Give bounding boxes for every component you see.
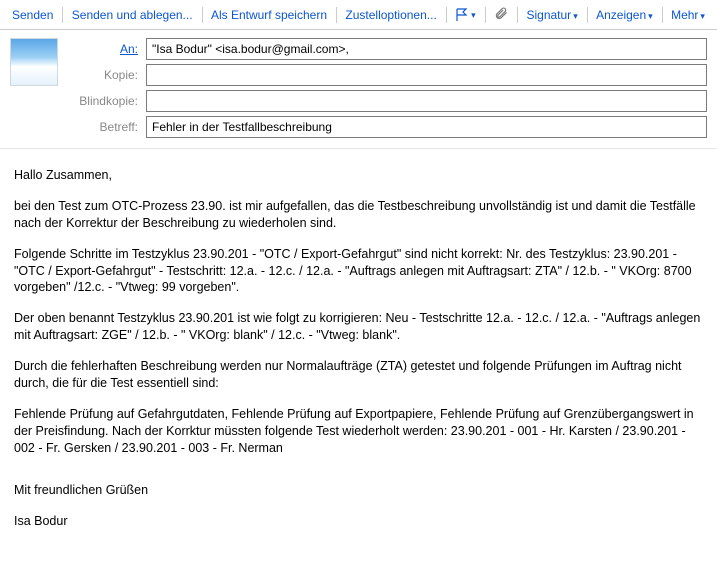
- delivery-options-button[interactable]: Zustelloptionen...: [339, 6, 442, 24]
- to-field[interactable]: [146, 38, 707, 60]
- bcc-label: Blindkopie:: [68, 94, 138, 108]
- send-button[interactable]: Senden: [6, 6, 59, 24]
- body-paragraph: Der oben benannt Testzyklus 23.90.201 is…: [14, 310, 703, 344]
- signature-menu[interactable]: Signatur▾: [520, 6, 583, 24]
- chevron-down-icon: ▾: [646, 11, 653, 21]
- subject-field[interactable]: [146, 116, 707, 138]
- body-paragraph: Mit freundlichen Grüßen: [14, 482, 703, 499]
- body-paragraph: Folgende Schritte im Testzyklus 23.90.20…: [14, 246, 703, 297]
- body-paragraph: bei den Test zum OTC-Prozess 23.90. ist …: [14, 198, 703, 232]
- header-fields: An: Kopie: Blindkopie: Betreff:: [0, 30, 717, 149]
- cc-field[interactable]: [146, 64, 707, 86]
- display-menu[interactable]: Anzeigen▾: [590, 6, 659, 24]
- message-body[interactable]: Hallo Zusammen, bei den Test zum OTC-Pro…: [0, 149, 717, 562]
- attachment-icon[interactable]: [488, 4, 514, 25]
- body-paragraph: Fehlende Prüfung auf Gefahrgutdaten, Feh…: [14, 406, 703, 457]
- to-label[interactable]: An:: [68, 42, 138, 56]
- body-paragraph: Hallo Zusammen,: [14, 167, 703, 184]
- chevron-down-icon: ▾: [698, 11, 705, 21]
- avatar: [10, 38, 58, 86]
- cc-label: Kopie:: [68, 68, 138, 82]
- more-menu[interactable]: Mehr▾: [665, 6, 711, 24]
- toolbar: Senden Senden und ablegen... Als Entwurf…: [0, 0, 717, 30]
- chevron-down-icon: ▾: [571, 11, 578, 21]
- chevron-down-icon: ▾: [469, 10, 476, 20]
- bcc-field[interactable]: [146, 90, 707, 112]
- subject-label: Betreff:: [68, 120, 138, 134]
- flag-icon[interactable]: ▾: [449, 5, 482, 24]
- send-and-file-button[interactable]: Senden und ablegen...: [66, 6, 199, 24]
- body-signature: Isa Bodur: [14, 513, 703, 530]
- save-draft-button[interactable]: Als Entwurf speichern: [205, 6, 333, 24]
- body-paragraph: Durch die fehlerhaften Beschreibung werd…: [14, 358, 703, 392]
